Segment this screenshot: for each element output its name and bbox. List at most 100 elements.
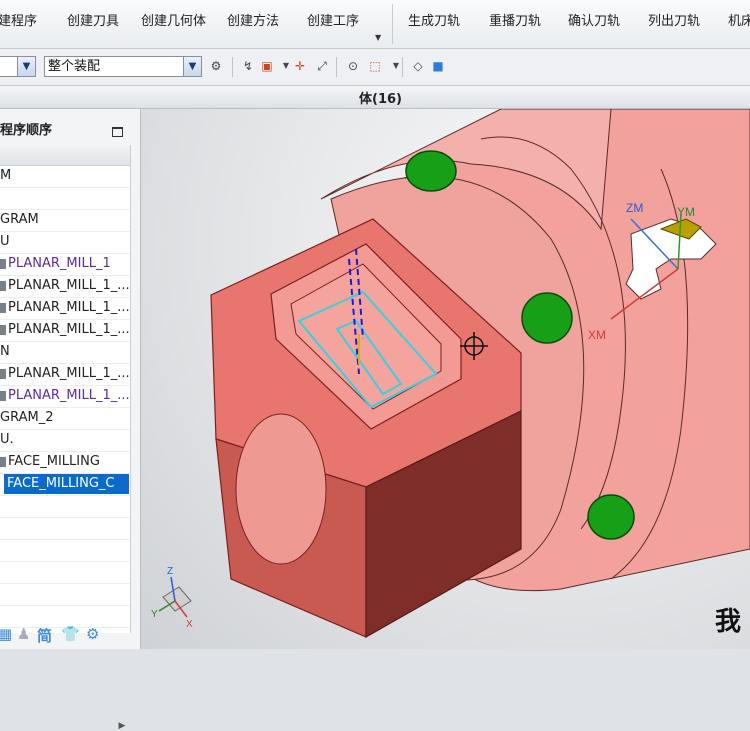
ym-label: YM (677, 205, 695, 219)
hole-mid (521, 292, 573, 344)
center-point-icon[interactable]: ⊙ (345, 58, 361, 74)
operation-navigator: 程序顺序 M GRAM U PLANAR_MILL_1 PLANAR_MILL_1_..… (0, 109, 141, 731)
navigator-footer: ▦ ♟ 简 👕 ⚙ (0, 621, 140, 649)
tree-row[interactable]: GRAM_2 (0, 407, 130, 430)
assembly-scope-combo[interactable]: 整个装配 ▼ (44, 56, 202, 77)
tree-row[interactable]: PLANAR_MILL_1_... (0, 385, 130, 408)
tree-row-label: PLANAR_MILL_1_... (8, 366, 130, 381)
tree-row-label: GRAM_2 (0, 410, 54, 425)
create-method-button[interactable]: 创建方法 (227, 10, 279, 29)
part-model: ZM YM XM Z Y X (151, 109, 750, 639)
navigator-title: 程序顺序 (0, 123, 53, 138)
list-toolpath-button[interactable]: 列出刀轨 (648, 10, 700, 29)
maximize-icon[interactable] (112, 127, 123, 137)
replay-toolpath-button[interactable]: 重播刀轨 (489, 10, 541, 29)
toolbar-divider (336, 57, 337, 77)
verify-toolpath-button[interactable]: 确认刀轨 (568, 10, 620, 29)
grid-icon[interactable]: ▦ (0, 625, 12, 643)
navigator-header: 程序顺序 (0, 116, 140, 138)
tree-row-empty[interactable] (0, 517, 130, 540)
scroll-right-icon[interactable]: ▶ (116, 721, 128, 731)
create-tool-button[interactable]: 创建刀具 (67, 10, 119, 29)
tree-row-empty[interactable] (0, 495, 130, 518)
tree-row[interactable]: PLANAR_MILL_1 (0, 253, 130, 276)
operation-icon (0, 302, 6, 313)
person-icon[interactable]: ♟ (17, 625, 30, 643)
viewport-title-bar: 体(16) (0, 86, 750, 109)
tree-row[interactable]: GRAM (0, 209, 130, 232)
shirt-icon[interactable]: 👕 (61, 625, 80, 643)
tree-row[interactable]: PLANAR_MILL_1_... (0, 319, 130, 342)
block-bore (235, 413, 327, 565)
hole-bottom (587, 494, 635, 540)
machine-button[interactable]: 机床 (728, 10, 750, 29)
tree-row[interactable]: M (0, 165, 130, 188)
tree-row-label: M (0, 168, 12, 183)
create-program-button[interactable]: 建程序 (0, 10, 37, 29)
tree-row[interactable]: FACE_MILLING (0, 451, 130, 474)
tree-row-label: PLANAR_MILL_1_... (8, 322, 130, 337)
column-header[interactable] (0, 145, 130, 166)
wireframe-icon[interactable]: ◇ (410, 58, 426, 74)
select-point-icon[interactable]: ▣ (259, 58, 275, 74)
tree-row-empty[interactable] (0, 561, 130, 584)
selection-toolbar: ▼ 整个装配 ▼ ⚙ ↯ ▣ ▼ ✛ ⤢ ⊙ ⬚ ▼ ◇ ■ (0, 49, 750, 86)
assembly-scope-value: 整个装配 (48, 59, 101, 74)
viewport-title: 体(16) (359, 92, 402, 107)
operation-icon (0, 456, 6, 467)
xm-label: XM (588, 328, 606, 342)
tree-row-label: FACE_MILLING (8, 454, 100, 469)
assembly-icon[interactable]: ⚙ (208, 58, 224, 74)
operation-icon (0, 280, 6, 291)
triad-x-label: X (186, 619, 193, 630)
ribbon-toolbar: 建程序 创建刀具 创建几何体 创建方法 创建工序 ▼ 生成刀轨 重播刀轨 确认刀… (0, 0, 750, 49)
tree-row[interactable]: U (0, 231, 130, 254)
chevron-down-icon[interactable]: ▼ (17, 57, 35, 76)
triad-z-label: Z (167, 566, 173, 577)
zm-label: ZM (626, 201, 643, 215)
ribbon-divider (392, 4, 393, 44)
point-constructor-icon[interactable]: ✛ (292, 58, 308, 74)
triad-y-label: Y (151, 609, 158, 620)
tree-row-empty[interactable] (0, 539, 130, 562)
tree-row[interactable]: PLANAR_MILL_1_... (0, 297, 130, 320)
snap-icon[interactable]: ↯ (240, 58, 256, 74)
tree-row[interactable]: PLANAR_MILL_1_... (0, 363, 130, 386)
watermark-logo: 我 (715, 607, 742, 637)
tree-row-label: U. (0, 432, 14, 447)
transform-icon[interactable]: ⤢ (314, 58, 330, 74)
hole-top (405, 150, 457, 192)
view-triad: Z Y X (151, 566, 193, 630)
navigator-tree: M GRAM U PLANAR_MILL_1 PLANAR_MILL_1_... PLAN… (0, 145, 131, 633)
box-select-icon[interactable]: ⬚ (367, 58, 383, 74)
tree-row[interactable]: N (0, 341, 130, 364)
generate-toolpath-button[interactable]: 生成刀轨 (408, 10, 460, 29)
tree-row-label: PLANAR_MILL_1_... (8, 278, 130, 293)
tree-row-label: GRAM (0, 212, 39, 227)
tree-row-label: PLANAR_MILL_1 (8, 256, 111, 271)
tree-row[interactable] (0, 187, 130, 210)
operation-icon (0, 368, 6, 379)
operation-icon (0, 258, 6, 269)
graphics-viewport[interactable]: ZM YM XM Z Y X (141, 109, 750, 649)
tree-row-selected[interactable]: FACE_MILLING_C (0, 473, 130, 496)
filter-combo[interactable]: ▼ (0, 56, 36, 77)
tree-row[interactable]: PLANAR_MILL_1_... (0, 275, 130, 298)
create-geometry-button[interactable]: 创建几何体 (141, 10, 206, 29)
chevron-down-icon[interactable]: ▼ (183, 57, 201, 76)
tree-row[interactable]: U. (0, 429, 130, 452)
tree-row-label: PLANAR_MILL_1_... (8, 300, 130, 315)
gear-icon[interactable]: ⚙ (86, 625, 99, 643)
shaded-cube-icon[interactable]: ■ (430, 58, 446, 74)
ribbon-more-icon[interactable]: ▼ (375, 33, 381, 42)
create-operation-button[interactable]: 创建工序 (307, 10, 359, 29)
toolbar-divider (402, 57, 403, 77)
tree-row-label: N (0, 344, 10, 359)
operation-icon (0, 390, 6, 401)
tree-row-label: PLANAR_MILL_1_... (8, 388, 130, 403)
operation-icon (0, 324, 6, 335)
simplified-button[interactable]: 简 (37, 625, 52, 646)
tree-row-label: FACE_MILLING_C (4, 474, 129, 494)
tree-row-empty[interactable] (0, 583, 130, 606)
tree-row-label: U (0, 234, 10, 249)
